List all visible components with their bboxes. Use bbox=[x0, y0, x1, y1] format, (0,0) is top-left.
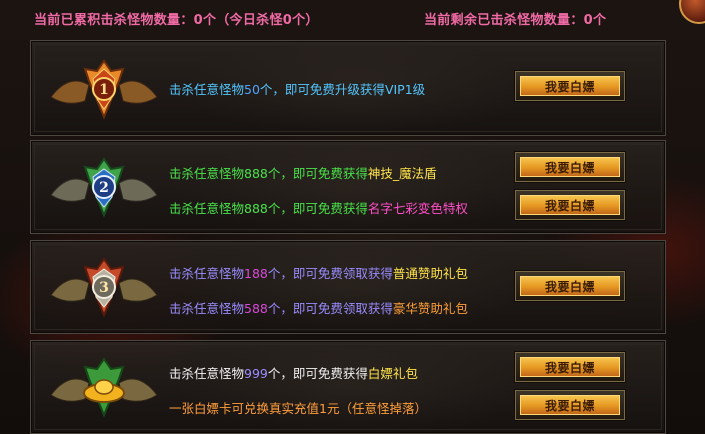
task-row: 一张白嫖卡可兑换真实充值1元（任意怪掉落） bbox=[169, 401, 427, 416]
reward-panel-skill: 2 击杀任意怪物888个，即可免费获得神技_魔法盾 击杀任意怪物888个，即可免… bbox=[30, 140, 666, 234]
vip-rank-2-emblem-icon: 2 bbox=[50, 157, 158, 218]
claim-button-label: 我要白嫖 bbox=[520, 276, 620, 296]
claim-button-label: 我要白嫖 bbox=[520, 357, 620, 377]
task-row: 击杀任意怪物588个，即可免费领取获得豪华赞助礼包 bbox=[169, 301, 468, 316]
rank-number: 1 bbox=[99, 82, 109, 98]
rank-number: 2 bbox=[99, 180, 109, 196]
remaining-kills-text: 当前剩余已击杀怪物数量：0个 bbox=[424, 13, 607, 28]
claim-button-sponsor-pack[interactable]: 我要白嫖 bbox=[515, 271, 625, 301]
rank-number: 3 bbox=[99, 280, 109, 296]
claim-button-label: 我要白嫖 bbox=[520, 195, 620, 215]
cumulative-kills-text: 当前已累积击杀怪物数量：0个（今日杀怪0个） bbox=[34, 13, 319, 28]
claim-button-rainbow-name[interactable]: 我要白嫖 bbox=[515, 190, 625, 220]
claim-button-magic-shield[interactable]: 我要白嫖 bbox=[515, 152, 625, 182]
reward-panel-sponsor: 3 击杀任意怪物188个，即可免费领取获得普通赞助礼包 击杀任意怪物588个，即… bbox=[30, 240, 666, 334]
task-row: 击杀任意怪物50个，即可免费升级获得VIP1级 bbox=[169, 82, 426, 97]
close-orb-icon[interactable] bbox=[679, 0, 705, 24]
claim-button-freebie-pack[interactable]: 我要白嫖 bbox=[515, 352, 625, 382]
claim-button-freebie-card[interactable]: 我要白嫖 bbox=[515, 390, 625, 420]
task-row: 击杀任意怪物888个，即可免费获得神技_魔法盾 bbox=[169, 166, 437, 181]
claim-button-label: 我要白嫖 bbox=[520, 76, 620, 96]
claim-button-label: 我要白嫖 bbox=[520, 395, 620, 415]
task-row: 击杀任意怪物888个，即可免费获得名字七彩变色特权 bbox=[169, 201, 468, 216]
task-row: 击杀任意怪物188个，即可免费领取获得普通赞助礼包 bbox=[169, 266, 468, 281]
vip-rank-3-emblem-icon: 3 bbox=[50, 257, 158, 318]
reward-panel-vip1: 1 击杀任意怪物50个，即可免费升级获得VIP1级 我要白嫖 bbox=[30, 40, 666, 136]
gold-ingot-emblem-icon bbox=[50, 357, 158, 418]
task-row: 击杀任意怪物999个，即可免费获得白嫖礼包 bbox=[169, 366, 418, 381]
claim-button-vip1[interactable]: 我要白嫖 bbox=[515, 71, 625, 101]
claim-button-label: 我要白嫖 bbox=[520, 157, 620, 177]
vip-rank-1-emblem-icon: 1 bbox=[50, 59, 158, 120]
reward-panel-freebie: 击杀任意怪物999个，即可免费获得白嫖礼包 一张白嫖卡可兑换真实充值1元（任意怪… bbox=[30, 340, 666, 434]
kill-stats-bar: 当前已累积击杀怪物数量：0个（今日杀怪0个） 当前剩余已击杀怪物数量：0个 bbox=[0, 0, 705, 34]
